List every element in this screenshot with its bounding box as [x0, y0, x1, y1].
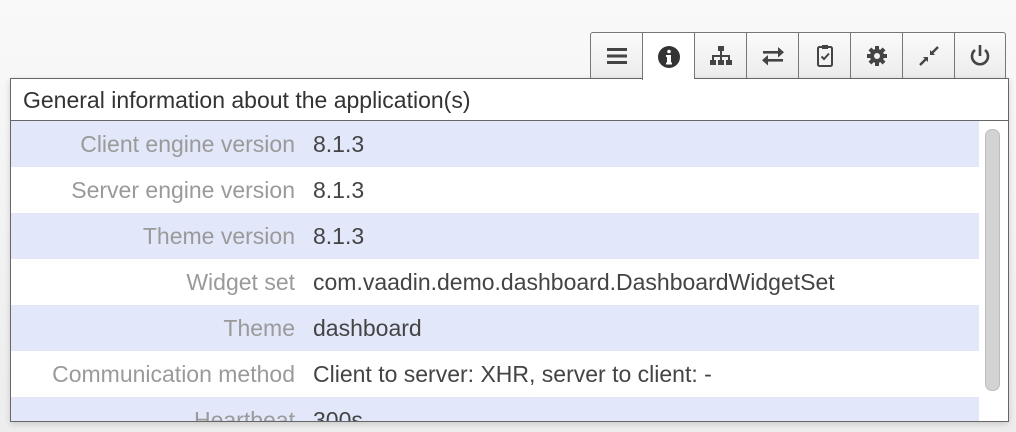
row-label: Theme version	[142, 222, 295, 249]
table-row: Server engine version 8.1.3	[11, 167, 979, 213]
debug-toolbar	[590, 32, 1006, 80]
row-label: Client engine version	[80, 130, 295, 157]
table-row: Heartbeat 300s	[11, 397, 979, 422]
exchange-icon	[760, 43, 786, 69]
table-row: Widget set com.vaadin.demo.dashboard.Das…	[11, 259, 979, 305]
info-table: Client engine version 8.1.3 Server engin…	[11, 121, 1008, 422]
info-panel: General information about the applicatio…	[10, 78, 1009, 422]
table-row: Theme version 8.1.3	[11, 213, 979, 259]
row-label: Server engine version	[71, 176, 295, 203]
info-button[interactable]	[642, 32, 694, 80]
table-row: Client engine version 8.1.3	[11, 121, 979, 167]
minimize-icon	[916, 43, 942, 69]
hierarchy-button[interactable]	[694, 32, 746, 79]
row-value: 300s	[313, 406, 363, 422]
settings-button[interactable]	[850, 32, 902, 79]
row-label: Communication method	[52, 360, 295, 387]
panel-title: General information about the applicatio…	[11, 79, 1008, 121]
info-icon	[656, 44, 682, 70]
row-value: 8.1.3	[313, 176, 365, 203]
menu-icon	[604, 43, 630, 69]
hierarchy-icon	[708, 43, 734, 69]
gear-icon	[864, 43, 890, 69]
row-value: Client to server: XHR, server to client:…	[313, 360, 712, 387]
table-row: Communication method Client to server: X…	[11, 351, 979, 397]
row-label: Widget set	[186, 268, 295, 295]
clipboard-check-icon	[812, 43, 838, 69]
test-bench-button[interactable]	[798, 32, 850, 79]
menu-button[interactable]	[590, 32, 642, 79]
close-button[interactable]	[954, 32, 1006, 79]
row-value: dashboard	[313, 314, 422, 341]
row-label: Theme	[223, 314, 295, 341]
vertical-scrollbar[interactable]	[985, 129, 1000, 391]
row-value: 8.1.3	[313, 222, 365, 249]
row-label: Heartbeat	[193, 406, 295, 422]
row-value: com.vaadin.demo.dashboard.DashboardWidge…	[313, 268, 835, 295]
minimize-button[interactable]	[902, 32, 954, 79]
table-row: Theme dashboard	[11, 305, 979, 351]
row-value: 8.1.3	[313, 130, 365, 157]
communication-button[interactable]	[746, 32, 798, 79]
power-icon	[967, 43, 993, 69]
